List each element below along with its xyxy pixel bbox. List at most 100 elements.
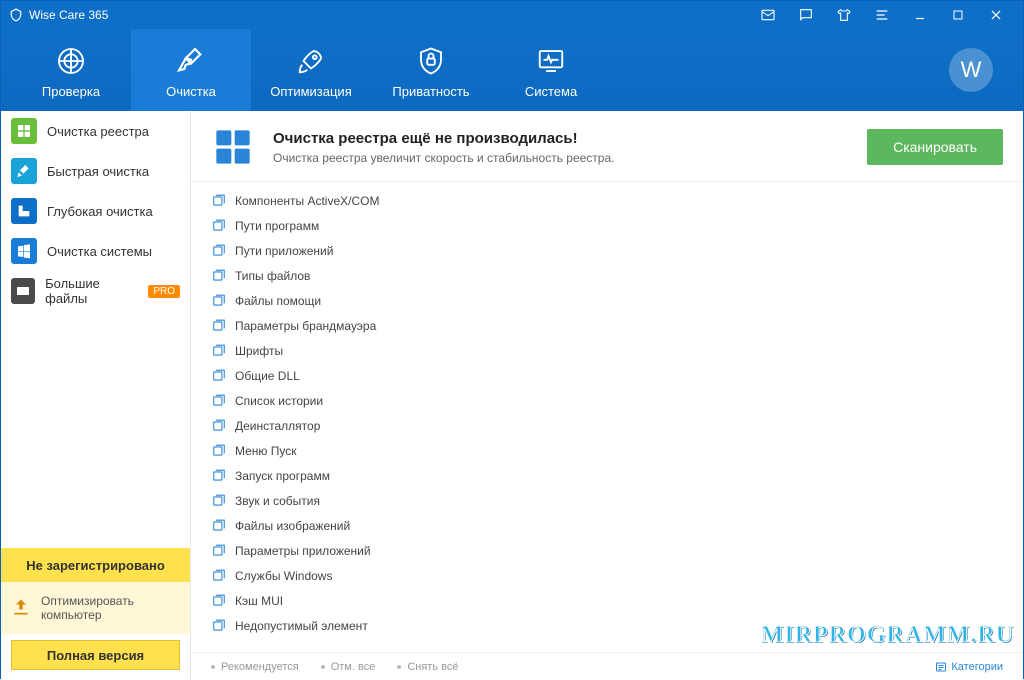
- nav-check[interactable]: Проверка: [11, 29, 131, 111]
- main-nav: Проверка Очистка Оптимизация Приватность…: [1, 29, 1023, 111]
- nav-label: Очистка: [166, 84, 216, 99]
- close-icon[interactable]: [977, 1, 1015, 29]
- sidebar-item-label: Глубокая очистка: [47, 204, 153, 219]
- nav-privacy[interactable]: Приватность: [371, 29, 491, 111]
- list-item[interactable]: Кэш MUI: [211, 588, 1023, 613]
- item-label: Пути приложений: [235, 244, 333, 258]
- maximize-icon[interactable]: [939, 1, 977, 29]
- item-icon: [211, 193, 227, 209]
- item-label: Компоненты ActiveX/COM: [235, 194, 379, 208]
- list-item[interactable]: Файлы изображений: [211, 513, 1023, 538]
- footer-deselect-all[interactable]: Снять всё: [397, 661, 458, 673]
- list-item[interactable]: Деинсталлятор: [211, 413, 1023, 438]
- list-item[interactable]: Типы файлов: [211, 263, 1023, 288]
- item-label: Файлы помощи: [235, 294, 321, 308]
- feedback-icon[interactable]: [787, 1, 825, 29]
- radar-icon: [55, 42, 87, 80]
- list-item[interactable]: Шрифты: [211, 338, 1023, 363]
- minimize-icon[interactable]: [901, 1, 939, 29]
- item-label: Список истории: [235, 394, 323, 408]
- sidebar-item-label: Очистка реестра: [47, 124, 149, 139]
- footer-recommend[interactable]: Рекомендуется: [211, 661, 299, 673]
- list-item[interactable]: Параметры брандмауэра: [211, 313, 1023, 338]
- promo-panel: Оптимизировать компьютер: [1, 582, 190, 634]
- windows-icon: [11, 238, 37, 264]
- list-item[interactable]: Компоненты ActiveX/COM: [211, 188, 1023, 213]
- main-panel: Очистка реестра ещё не производилась! Оч…: [191, 111, 1023, 680]
- app-title: Wise Care 365: [29, 8, 108, 22]
- sidebar-big-files[interactable]: Большие файлы PRO: [1, 271, 190, 311]
- unregistered-banner: Не зарегистрировано: [1, 548, 190, 582]
- item-label: Службы Windows: [235, 569, 332, 583]
- user-avatar[interactable]: W: [949, 48, 993, 92]
- footer-bar: Рекомендуется Отм. все Снять всё Категор…: [191, 652, 1023, 680]
- disk-icon: [11, 278, 35, 304]
- list-item[interactable]: Файлы помощи: [211, 288, 1023, 313]
- menu-icon[interactable]: [863, 1, 901, 29]
- nav-optimize[interactable]: Оптимизация: [251, 29, 371, 111]
- rocket-icon: [296, 42, 326, 80]
- item-icon: [211, 243, 227, 259]
- list-item[interactable]: Звук и события: [211, 488, 1023, 513]
- sidebar-deep-clean[interactable]: Глубокая очистка: [1, 191, 190, 231]
- footer-categories[interactable]: Категории: [935, 661, 1003, 673]
- item-label: Файлы изображений: [235, 519, 350, 533]
- item-icon: [211, 418, 227, 434]
- sidebar-system-clean[interactable]: Очистка системы: [1, 231, 190, 271]
- mail-icon[interactable]: [749, 1, 787, 29]
- pro-badge: PRO: [148, 285, 180, 298]
- item-icon: [211, 393, 227, 409]
- item-icon: [211, 593, 227, 609]
- list-item[interactable]: Общие DLL: [211, 363, 1023, 388]
- item-label: Параметры приложений: [235, 544, 371, 558]
- list-item[interactable]: Недопустимый элемент: [211, 613, 1023, 638]
- item-label: Шрифты: [235, 344, 283, 358]
- item-label: Общие DLL: [235, 369, 300, 383]
- header-subtitle: Очистка реестра увеличит скорость и стаб…: [273, 151, 614, 165]
- list-item[interactable]: Пути приложений: [211, 238, 1023, 263]
- header-panel: Очистка реестра ещё не производилась! Оч…: [191, 111, 1023, 182]
- sidebar-registry-clean[interactable]: Очистка реестра: [1, 111, 190, 151]
- list-item[interactable]: Запуск программ: [211, 463, 1023, 488]
- broom-icon: [175, 42, 207, 80]
- list-item[interactable]: Пути программ: [211, 213, 1023, 238]
- titlebar: Wise Care 365: [1, 1, 1023, 29]
- item-icon: [211, 618, 227, 634]
- item-icon: [211, 268, 227, 284]
- scan-button[interactable]: Сканировать: [867, 129, 1003, 165]
- grid-icon: [11, 118, 37, 144]
- list-item[interactable]: Параметры приложений: [211, 538, 1023, 563]
- item-label: Кэш MUI: [235, 594, 283, 608]
- item-icon: [211, 443, 227, 459]
- tshirt-icon[interactable]: [825, 1, 863, 29]
- list-item[interactable]: Службы Windows: [211, 563, 1023, 588]
- nav-label: Система: [525, 84, 577, 99]
- item-label: Недопустимый элемент: [235, 619, 368, 633]
- item-icon: [211, 568, 227, 584]
- upload-icon: [11, 597, 31, 620]
- full-version-button[interactable]: Полная версия: [11, 640, 180, 670]
- item-label: Звук и события: [235, 494, 320, 508]
- nav-system[interactable]: Система: [491, 29, 611, 111]
- brush-icon: [11, 158, 37, 184]
- user-initial: W: [961, 57, 982, 83]
- full-version-label: Полная версия: [47, 648, 144, 663]
- tiles-icon: [211, 125, 255, 169]
- list-item[interactable]: Список истории: [211, 388, 1023, 413]
- item-icon: [211, 318, 227, 334]
- list-icon: [935, 661, 947, 673]
- nav-cleanup[interactable]: Очистка: [131, 29, 251, 111]
- scan-button-label: Сканировать: [893, 139, 977, 155]
- list-item[interactable]: Меню Пуск: [211, 438, 1023, 463]
- nav-label: Оптимизация: [270, 84, 352, 99]
- item-icon: [211, 518, 227, 534]
- sidebar-item-label: Быстрая очистка: [47, 164, 149, 179]
- item-icon: [211, 493, 227, 509]
- header-title: Очистка реестра ещё не производилась!: [273, 130, 614, 147]
- footer-select-all[interactable]: Отм. все: [321, 661, 376, 673]
- sidebar-quick-clean[interactable]: Быстрая очистка: [1, 151, 190, 191]
- monitor-pulse-icon: [536, 42, 566, 80]
- sidebar-item-label: Очистка системы: [47, 244, 152, 259]
- item-icon: [211, 368, 227, 384]
- item-icon: [211, 218, 227, 234]
